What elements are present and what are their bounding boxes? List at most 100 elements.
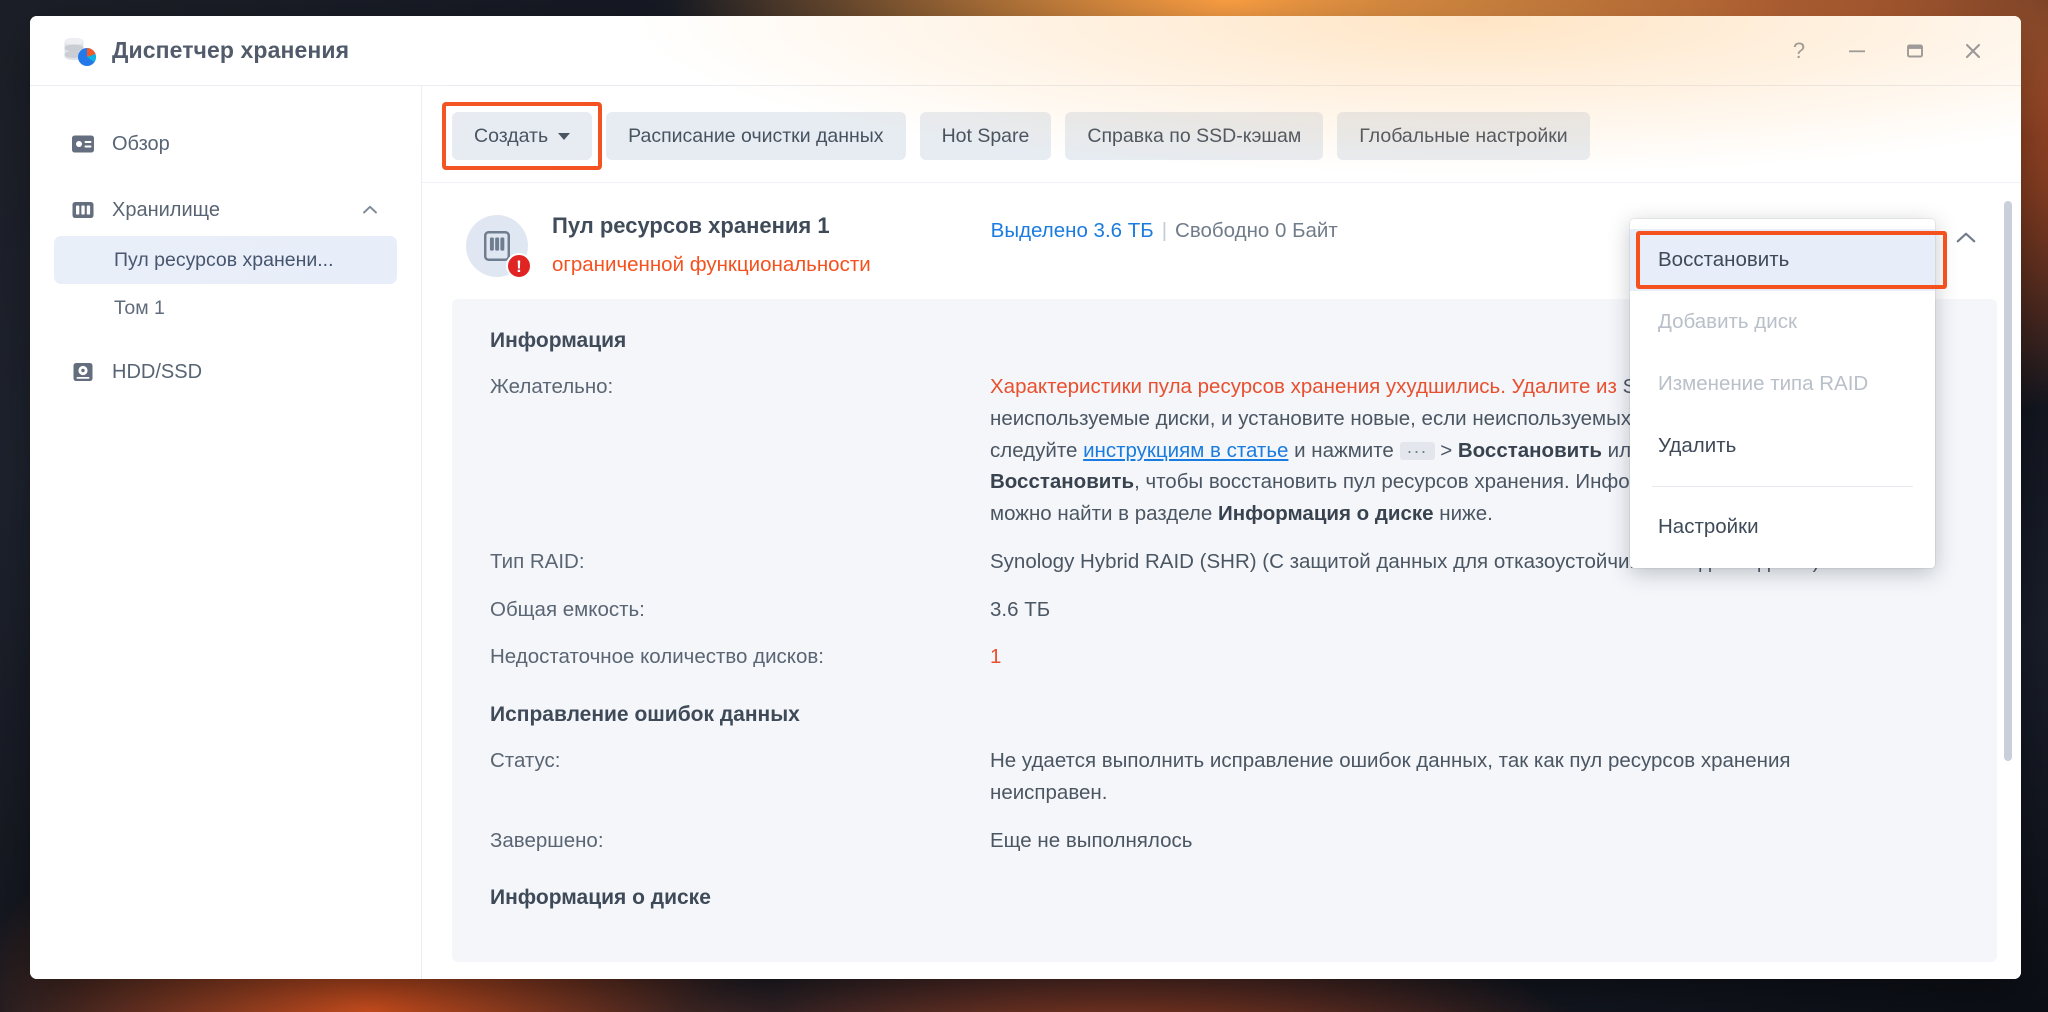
sidebar-item-volume-1[interactable]: Том 1	[54, 284, 397, 332]
help-article-link[interactable]: инструкциям в статье	[1083, 439, 1288, 462]
menu-item-settings[interactable]: Настройки	[1630, 496, 1935, 558]
storage-icon	[72, 202, 94, 218]
desirable-text-3b: >	[1434, 438, 1458, 462]
row-value-status: Не удается выполнить исправление ошибок …	[990, 749, 1791, 804]
minimize-icon	[1849, 49, 1865, 52]
sidebar-subitem-label: Пул ресурсов хранени...	[114, 248, 334, 271]
row-label: Тип RAID:	[490, 549, 585, 573]
storage-pool-name: Пул ресурсов хранения 1	[552, 213, 830, 238]
ssd-cache-advisor-button[interactable]: Справка по SSD-кэшам	[1065, 112, 1324, 160]
create-button-highlight: Создать	[441, 102, 603, 170]
menu-separator	[1652, 486, 1913, 487]
menu-item-label: Изменение типа RAID	[1658, 372, 1869, 395]
storage-pool-capacity: Выделено 3.6 ТБ | Свободно 0 Байт	[991, 219, 1338, 243]
sidebar-item-storage[interactable]: Хранилище	[54, 184, 397, 236]
create-button[interactable]: Создать	[452, 112, 593, 160]
desirable-text-5-bold: Информация о диске	[1217, 502, 1434, 526]
close-button[interactable]	[1947, 29, 1999, 73]
section-title-disk-information: Информация о диске	[490, 886, 711, 910]
row-value-missing-disks: 1	[990, 645, 1002, 669]
menu-item-add-drive: Добавить диск	[1630, 291, 1935, 353]
capacity-separator: |	[1161, 219, 1168, 242]
pool-context-menu: Восстановить Добавить диск Изменение тип…	[1630, 219, 1947, 568]
row-label: Недостаточное количество дисков:	[490, 645, 824, 669]
sidebar-item-label: Обзор	[112, 132, 170, 155]
minimize-button[interactable]	[1831, 29, 1883, 73]
chevron-down-icon	[558, 132, 571, 140]
close-icon	[1965, 43, 1981, 58]
toolbar-button-label: Расписание очистки данных	[628, 124, 884, 147]
collapse-card-button[interactable]	[1949, 221, 1983, 255]
menu-item-remove[interactable]: Удалить	[1630, 415, 1935, 477]
chevron-up-icon	[1956, 232, 1976, 243]
status-badge: !	[506, 253, 532, 279]
global-settings-button[interactable]: Глобальные настройки	[1337, 112, 1590, 160]
menu-item-label: Настройки	[1658, 515, 1759, 538]
menu-item-label: Добавить диск	[1658, 310, 1797, 333]
desirable-text-red: Характеристики пула ресурсов хранения ух…	[990, 375, 1617, 398]
window-body: Обзор Хранилище Пул ресурсов хранени... …	[30, 86, 2021, 979]
menu-item-label: Удалить	[1658, 434, 1737, 457]
row-value-completed: Еще не выполнялось	[990, 828, 1193, 852]
row-status: Статус: Не удается выполнить исправление…	[490, 745, 1959, 809]
create-button-label: Создать	[474, 124, 549, 147]
desktop-background: Диспетчер хранения ? Обзор Хранилище Пул…	[0, 0, 2048, 1012]
free-label: Свободно 0 Байт	[1175, 219, 1338, 242]
desirable-text-3-bold: Восстановить	[1457, 438, 1602, 462]
hot-spare-button[interactable]: Hot Spare	[919, 112, 1052, 160]
window-titlebar: Диспетчер хранения ?	[30, 16, 2021, 86]
toolbar: Создать Расписание очистки данных Hot Sp…	[422, 86, 2021, 183]
row-missing-disks: Недостаточное количество дисков: 1	[490, 641, 1959, 673]
desirable-text-5a: найти в разделе	[1057, 502, 1218, 526]
toolbar-button-label: Справка по SSD-кэшам	[1087, 124, 1302, 147]
toolbar-button-label: Глобальные настройки	[1359, 124, 1568, 147]
chevron-up-icon[interactable]	[359, 199, 381, 221]
sidebar-subitem-label: Том 1	[114, 296, 165, 319]
recover-menu-highlight: Восстановить	[1630, 229, 1947, 291]
avatar: !	[466, 215, 532, 279]
window-controls: ?	[1773, 29, 1999, 73]
storage-manager-window: Диспетчер хранения ? Обзор Хранилище Пул…	[30, 16, 2021, 979]
ellipsis-icon: ···	[1399, 442, 1435, 461]
sidebar: Обзор Хранилище Пул ресурсов хранени... …	[30, 86, 422, 979]
menu-item-change-raid-type: Изменение типа RAID	[1630, 353, 1935, 415]
storage-pool-titleblock: Пул ресурсов хранения 1 ограниченной фун…	[552, 213, 871, 277]
desirable-text-3a: нажмите	[1311, 438, 1400, 462]
desirable-text-3-bold2: Восстановить	[990, 470, 1135, 494]
help-icon: ?	[1792, 37, 1806, 63]
overview-icon	[72, 135, 94, 153]
toolbar-button-label: Hot Spare	[941, 124, 1030, 147]
row-label: Завершено:	[490, 828, 604, 852]
help-button[interactable]: ?	[1773, 29, 1825, 73]
row-value-total-capacity: 3.6 ТБ	[990, 597, 1051, 621]
scrollbar-thumb[interactable]	[2004, 201, 2012, 761]
allocated-label: Выделено 3.6 ТБ	[990, 219, 1154, 242]
storage-pool-status: ограниченной функциональности	[552, 253, 871, 276]
page-title: Диспетчер хранения	[112, 37, 350, 63]
disk-icon	[73, 363, 93, 381]
sidebar-item-hdd-ssd[interactable]: HDD/SSD	[54, 346, 397, 398]
row-completed: Завершено: Еще не выполнялось	[490, 825, 1959, 857]
sidebar-item-overview[interactable]: Обзор	[54, 118, 397, 170]
desirable-text-5b: ниже.	[1433, 502, 1493, 526]
menu-item-recover[interactable]: Восстановить	[1630, 229, 1935, 291]
synology-storage-icon	[60, 33, 96, 69]
row-label: Желательно:	[490, 375, 614, 398]
section-title-error-correction: Исправление ошибок данных	[490, 703, 800, 727]
sidebar-item-storage-pool[interactable]: Пул ресурсов хранени...	[54, 236, 397, 284]
sidebar-item-label: HDD/SSD	[112, 360, 203, 383]
maximize-icon	[1907, 44, 1923, 57]
desirable-text-3d: , чтобы	[1134, 470, 1204, 494]
menu-item-label: Восстановить	[1658, 248, 1790, 271]
row-total-capacity: Общая емкость: 3.6 ТБ	[490, 594, 1959, 626]
maximize-button[interactable]	[1889, 29, 1941, 73]
row-label: Общая емкость:	[490, 597, 645, 621]
desirable-text-2b: и	[1288, 438, 1306, 462]
main-content: Создать Расписание очистки данных Hot Sp…	[422, 86, 2021, 979]
content-scroll-region: Восстановить Добавить диск Изменение тип…	[422, 183, 2021, 979]
sidebar-item-label: Хранилище	[112, 198, 220, 221]
data-scrubbing-schedule-button[interactable]: Расписание очистки данных	[606, 112, 906, 160]
row-label: Статус:	[490, 749, 561, 773]
